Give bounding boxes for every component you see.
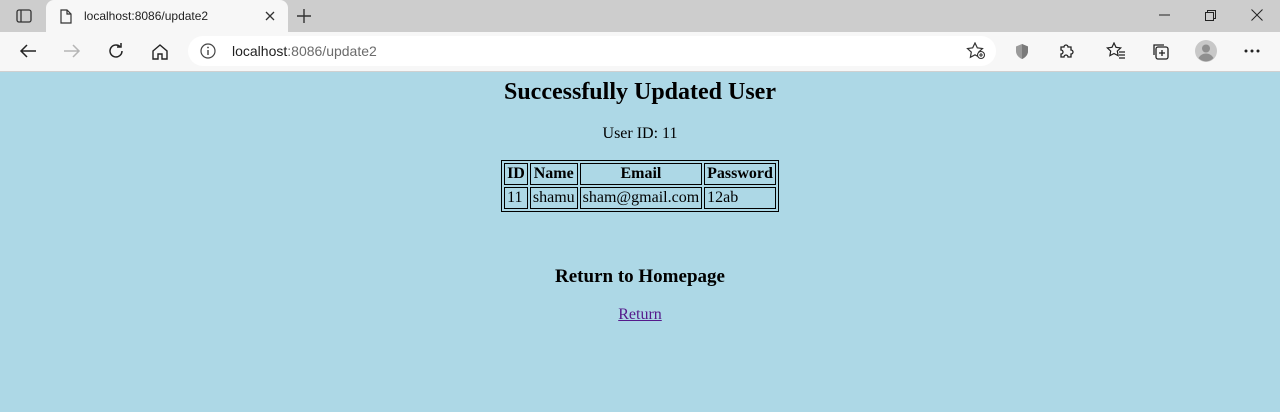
- user-table: ID Name Email Password 11 shamu sham@gma…: [501, 160, 779, 212]
- toolbar: localhost:8086/update2: [0, 32, 1280, 71]
- address-bar[interactable]: localhost:8086/update2: [188, 36, 996, 66]
- tab-title: localhost:8086/update2: [84, 9, 209, 23]
- close-window-icon[interactable]: [1234, 0, 1280, 30]
- tab-actions-icon[interactable]: [8, 6, 40, 26]
- page-title: Successfully Updated User: [503, 79, 776, 105]
- minimize-icon[interactable]: [1141, 0, 1187, 30]
- cell-email: sham@gmail.com: [579, 187, 703, 209]
- favorites-icon[interactable]: [1100, 36, 1132, 66]
- shield-icon[interactable]: [1006, 36, 1038, 66]
- more-options-icon[interactable]: [1236, 36, 1268, 66]
- return-link[interactable]: Return: [618, 306, 662, 323]
- return-link-container: Return: [0, 306, 1280, 324]
- return-heading: Return to Homepage: [555, 266, 725, 287]
- cell-name: shamu: [529, 187, 578, 209]
- tab-strip: localhost:8086/update2: [0, 0, 1280, 32]
- new-tab-icon[interactable]: [292, 5, 316, 27]
- profile-avatar-icon[interactable]: [1190, 36, 1222, 66]
- home-icon[interactable]: [144, 36, 176, 66]
- url-text[interactable]: localhost:8086/update2: [232, 43, 377, 59]
- page-icon: [58, 8, 74, 24]
- collections-icon[interactable]: [1144, 36, 1176, 66]
- url-host: localhost: [232, 43, 288, 59]
- column-header-id: ID: [504, 163, 528, 185]
- column-header-password: Password: [704, 163, 776, 185]
- close-tab-icon[interactable]: [262, 8, 278, 24]
- table-header-row: ID Name Email Password: [504, 163, 776, 185]
- restore-icon[interactable]: [1187, 0, 1233, 30]
- cell-password: 12ab: [704, 187, 776, 209]
- site-info-icon[interactable]: [200, 43, 216, 59]
- url-path: :8086/update2: [287, 43, 377, 59]
- back-icon[interactable]: [12, 36, 44, 66]
- user-id-text: User ID: 11: [602, 125, 678, 142]
- add-favorite-icon[interactable]: [966, 42, 986, 60]
- column-header-email: Email: [579, 163, 703, 185]
- extensions-icon[interactable]: [1051, 36, 1083, 66]
- column-header-name: Name: [529, 163, 578, 185]
- cell-id: 11: [504, 187, 528, 209]
- page-content: Successfully Updated User User ID: 11 ID…: [0, 72, 1280, 412]
- tab-active[interactable]: localhost:8086/update2: [46, 0, 288, 32]
- forward-icon[interactable]: [56, 36, 88, 66]
- table-row: 11 shamu sham@gmail.com 12ab: [504, 187, 776, 209]
- user-table-wrapper: ID Name Email Password 11 shamu sham@gma…: [0, 160, 1280, 212]
- browser-chrome: localhost:8086/update2 localhost:8086/up…: [0, 0, 1280, 72]
- refresh-icon[interactable]: [100, 36, 132, 66]
